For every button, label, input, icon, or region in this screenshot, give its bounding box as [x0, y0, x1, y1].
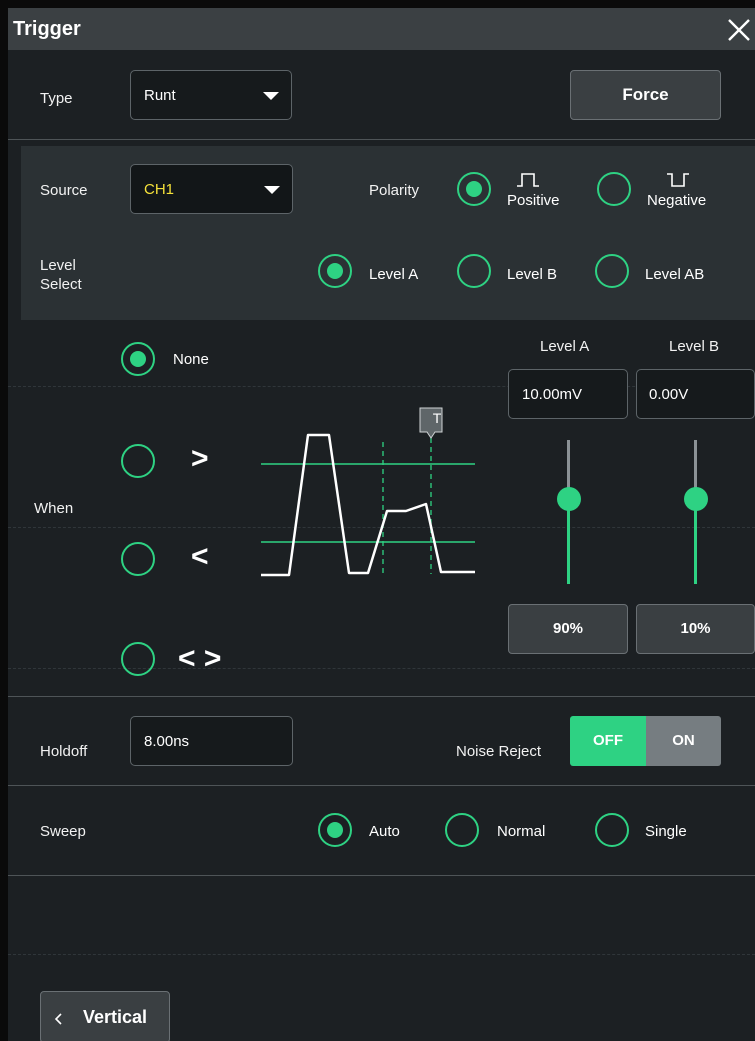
trigger-marker-label: T — [432, 410, 442, 426]
polarity-label: Polarity — [369, 182, 420, 199]
level-b-percent-button[interactable]: 10% — [636, 604, 755, 654]
grid-line — [8, 954, 755, 955]
when-between-radio[interactable] — [121, 642, 155, 676]
level-a-slider-track[interactable] — [567, 440, 570, 584]
level-a-value: 10.00mV — [522, 386, 583, 403]
divider — [8, 785, 755, 786]
dialog-title: Trigger — [13, 18, 81, 40]
greater-than-symbol: > — [191, 442, 209, 475]
polarity-negative-radio[interactable] — [597, 172, 631, 206]
noise-reject-label: Noise Reject — [456, 743, 542, 760]
level-b-value: 0.00V — [649, 386, 689, 403]
sweep-auto-label: Auto — [369, 823, 400, 840]
sweep-single-label: Single — [645, 823, 687, 840]
force-button-label: Force — [622, 85, 669, 104]
when-greater-radio[interactable] — [121, 444, 155, 478]
noise-reject-toggle[interactable]: OFF ON — [570, 716, 721, 766]
when-none-radio[interactable] — [121, 342, 155, 376]
holdoff-label: Holdoff — [40, 743, 88, 760]
negative-pulse-icon — [667, 173, 689, 187]
sweep-label: Sweep — [40, 823, 86, 840]
trigger-dialog: Trigger Type Runt Force Source CH1 Polar… — [8, 8, 755, 1041]
divider — [8, 875, 755, 876]
vertical-nav-button[interactable]: Vertical — [40, 991, 170, 1041]
level-b-input[interactable]: 0.00V — [636, 369, 755, 419]
grid-line — [8, 668, 755, 669]
dialog-titlebar: Trigger — [8, 8, 755, 50]
level-a-slider-knob[interactable] — [557, 487, 581, 512]
chevron-left-icon — [54, 1013, 62, 1025]
polarity-negative-label: Negative — [647, 192, 707, 209]
holdoff-value: 8.00ns — [144, 733, 190, 750]
level-a-input[interactable]: 10.00mV — [508, 369, 628, 419]
type-dropdown[interactable]: Runt — [130, 70, 292, 120]
positive-pulse-icon — [517, 173, 539, 187]
source-dropdown[interactable]: CH1 — [130, 164, 293, 214]
noise-reject-on-option[interactable]: ON — [646, 716, 721, 766]
type-value: Runt — [144, 87, 176, 104]
level-select-label-2: Select — [40, 276, 82, 293]
when-none-label: None — [173, 351, 209, 368]
level-b-slider-knob[interactable] — [684, 487, 708, 512]
level-b-percent-label: 10% — [680, 620, 711, 637]
chevron-down-icon — [263, 92, 279, 100]
level-b-radio[interactable] — [457, 254, 491, 288]
source-label: Source — [40, 182, 88, 199]
when-less-radio[interactable] — [121, 542, 155, 576]
type-label: Type — [40, 90, 73, 107]
sweep-single-radio[interactable] — [595, 813, 629, 847]
vertical-nav-label: Vertical — [83, 1007, 148, 1027]
divider — [8, 139, 755, 140]
level-a-radio[interactable] — [318, 254, 352, 288]
level-b-header: Level B — [669, 338, 720, 355]
source-value: CH1 — [144, 181, 175, 198]
runt-waveform-diagram — [261, 407, 475, 577]
holdoff-input[interactable]: 8.00ns — [130, 716, 293, 766]
when-label: When — [34, 500, 74, 517]
force-button[interactable]: Force — [570, 70, 721, 120]
chevron-down-icon — [264, 186, 280, 194]
level-a-header: Level A — [540, 338, 590, 355]
level-a-option-label: Level A — [369, 266, 419, 283]
close-icon[interactable] — [723, 14, 753, 44]
between-symbol: < > — [178, 642, 222, 675]
level-a-percent-label: 90% — [552, 620, 584, 637]
level-b-option-label: Level B — [507, 266, 558, 283]
polarity-positive-radio[interactable] — [457, 172, 491, 206]
level-select-label: Level — [40, 257, 76, 274]
polarity-positive-label: Positive — [507, 192, 560, 209]
level-b-slider-track[interactable] — [694, 440, 697, 584]
level-a-percent-button[interactable]: 90% — [508, 604, 628, 654]
divider — [8, 696, 755, 697]
sweep-auto-radio[interactable] — [318, 813, 352, 847]
sweep-normal-label: Normal — [497, 823, 546, 840]
level-ab-radio[interactable] — [595, 254, 629, 288]
noise-reject-off-option[interactable]: OFF — [570, 716, 646, 766]
sweep-normal-radio[interactable] — [445, 813, 479, 847]
level-ab-option-label: Level AB — [645, 266, 705, 283]
less-than-symbol: < — [191, 540, 209, 573]
